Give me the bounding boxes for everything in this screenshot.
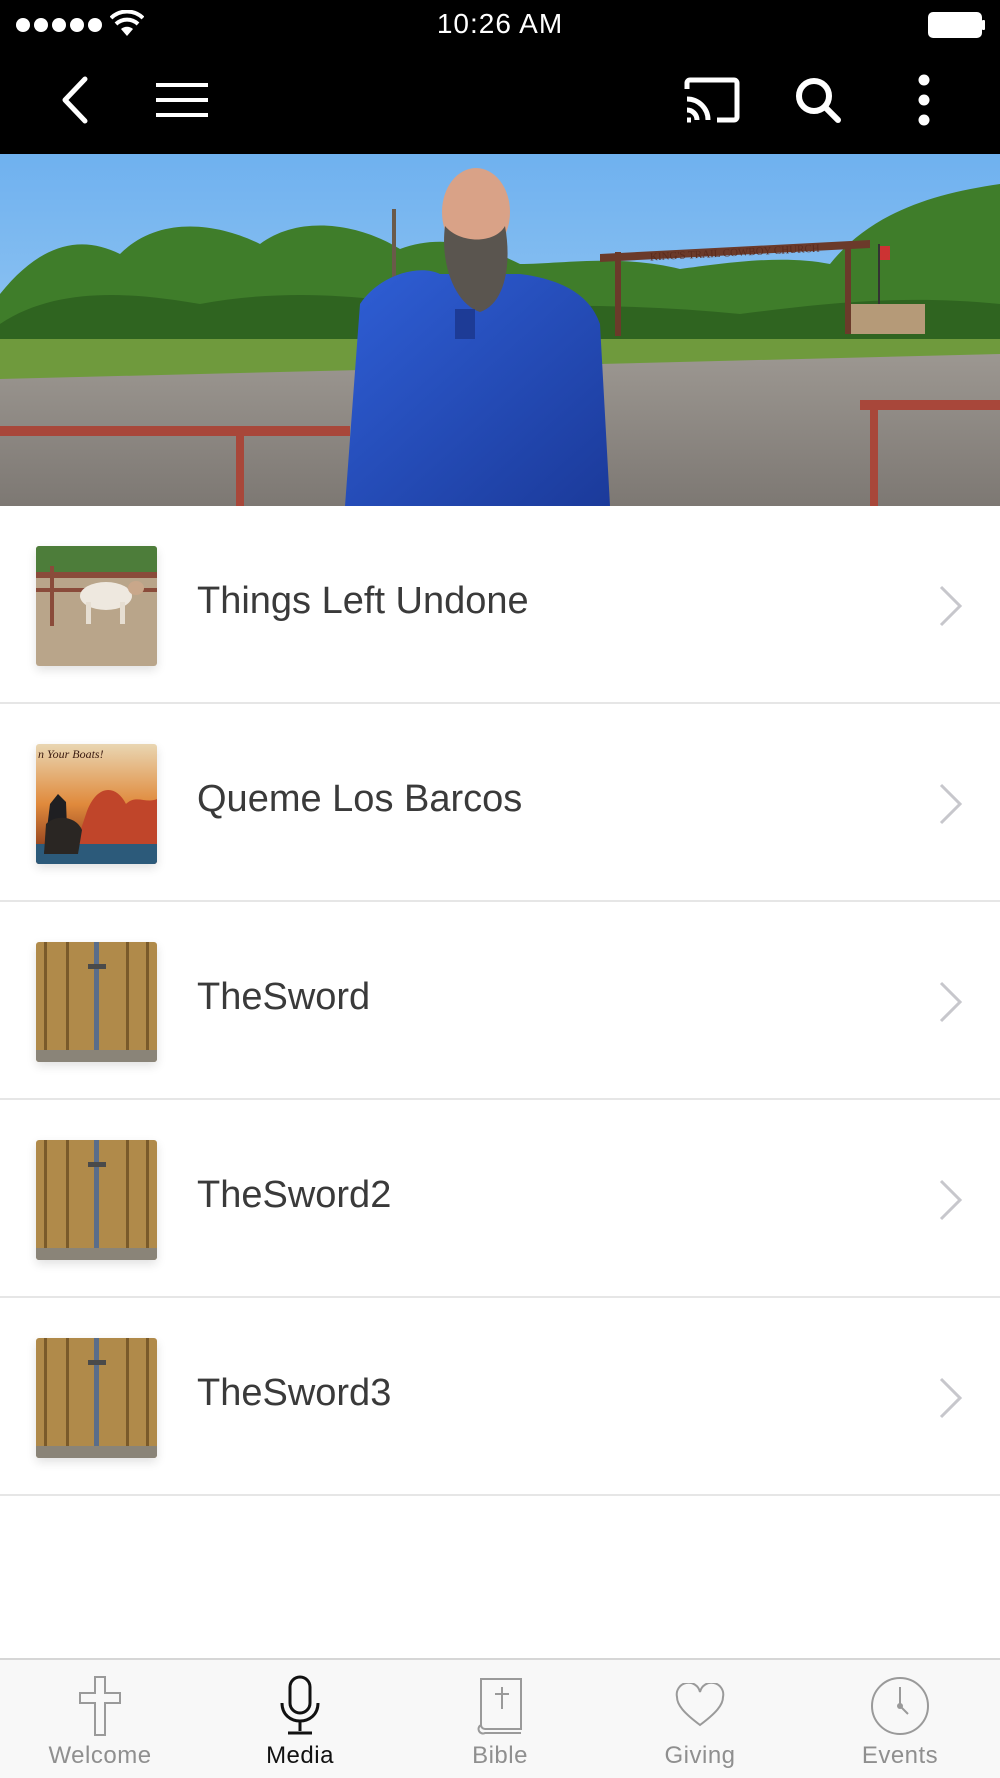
chevron-right-icon (939, 783, 963, 825)
thumbnail-caption: n Your Boats! (38, 747, 104, 761)
tab-label: Bible (472, 1742, 528, 1769)
hero-image: KING'S TRAIL COWBOY CHURCH (0, 154, 1000, 506)
list-item[interactable]: TheSword (0, 902, 1000, 1100)
tab-label: Media (266, 1742, 334, 1769)
tab-welcome[interactable]: Welcome (0, 1660, 200, 1778)
microphone-icon (268, 1674, 332, 1738)
battery-icon (928, 12, 985, 38)
wooden-door-thumbnail (36, 1338, 157, 1458)
chevron-right-icon (939, 1377, 963, 1419)
chevron-right-icon (939, 981, 963, 1023)
list-item[interactable]: n Your Boats! Queme Los Barcos (0, 704, 1000, 902)
list-item-title: Things Left Undone (197, 580, 529, 622)
cattle-thumbnail (36, 546, 157, 666)
burning-ships-thumbnail: n Your Boats! (36, 744, 157, 864)
chevron-right-icon (939, 585, 963, 627)
tab-bar: Welcome Media Bible Giving Events (0, 1658, 1000, 1778)
status-bar: 10:26 AM (0, 0, 1000, 50)
list-item-title: Queme Los Barcos (197, 778, 523, 820)
tab-media[interactable]: Media (200, 1660, 400, 1778)
clock-icon (868, 1674, 932, 1738)
tab-bible[interactable]: Bible (400, 1660, 600, 1778)
list-item[interactable]: Things Left Undone (0, 506, 1000, 704)
more-vertical-icon[interactable] (892, 68, 956, 132)
tab-events[interactable]: Events (800, 1660, 1000, 1778)
list-item[interactable]: TheSword3 (0, 1298, 1000, 1496)
top-bar: 10:26 AM (0, 0, 1000, 154)
hamburger-menu-icon[interactable] (150, 68, 214, 132)
list-item[interactable]: TheSword2 (0, 1100, 1000, 1298)
wooden-door-thumbnail (36, 1140, 157, 1260)
tab-label: Welcome (48, 1742, 152, 1769)
bible-icon (468, 1674, 532, 1738)
chevron-right-icon (939, 1179, 963, 1221)
wooden-door-thumbnail (36, 942, 157, 1062)
tab-label: Giving (664, 1742, 736, 1769)
list-item-title: TheSword (197, 976, 371, 1018)
status-time: 10:26 AM (436, 8, 564, 39)
list-item-title: TheSword2 (197, 1174, 392, 1216)
heart-icon (668, 1674, 732, 1738)
media-list: Things Left Undone n Your Boats! Queme L… (0, 506, 1000, 1496)
tab-label: Events (861, 1742, 939, 1769)
tab-giving[interactable]: Giving (600, 1660, 800, 1778)
back-arrow-icon[interactable] (42, 68, 106, 132)
list-item-title: TheSword3 (197, 1372, 392, 1414)
search-icon[interactable] (786, 68, 850, 132)
cast-icon[interactable] (680, 68, 744, 132)
cross-icon (68, 1674, 132, 1738)
